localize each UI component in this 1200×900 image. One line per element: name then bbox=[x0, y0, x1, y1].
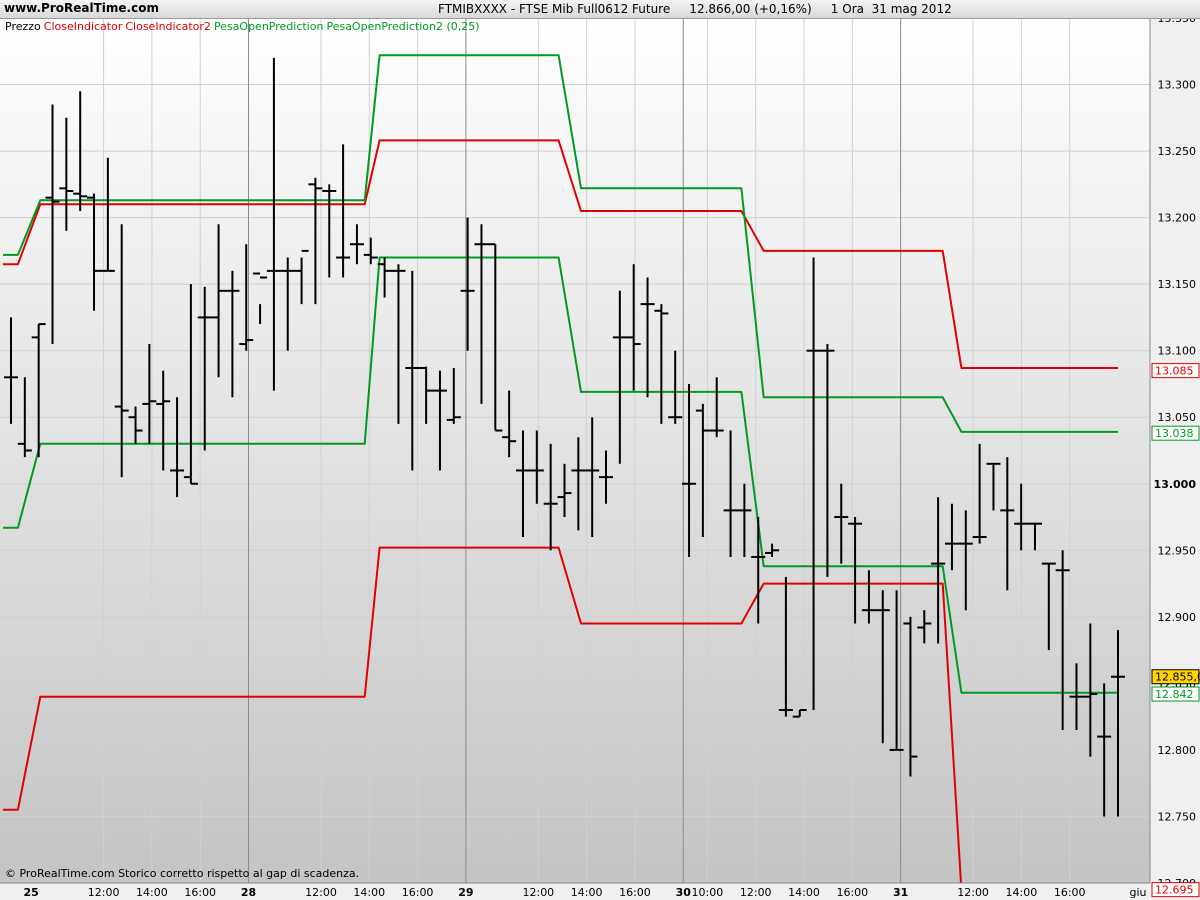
day-label: 31 bbox=[893, 886, 908, 899]
price-tag-label: 13.085 bbox=[1155, 365, 1194, 378]
x-axis-tick-labels: 12:00 14:00 16:00 12:00 14:00 16:00 12:00 14:00… bbox=[23, 886, 1146, 899]
day-label: 28 bbox=[241, 886, 256, 899]
x-tick-label: 12:00 bbox=[88, 886, 120, 899]
x-tick-label: 14:00 bbox=[353, 886, 385, 899]
y-tick-label: 13.200 bbox=[1158, 212, 1197, 225]
y-tick-label: 12.750 bbox=[1158, 810, 1197, 823]
x-tick-label: 14:00 bbox=[136, 886, 168, 899]
legend-item: CloseIndicator bbox=[44, 20, 123, 33]
x-tick-label: 16:00 bbox=[184, 886, 216, 899]
instrument-info: FTMIBXXXX - FTSE Mib Full0612 Future 12.… bbox=[438, 2, 952, 16]
x-tick-label: 16:00 bbox=[402, 886, 434, 899]
x-tick-label: 10:00 bbox=[692, 886, 724, 899]
legend-item: PesaOpenPrediction2 (0,25) bbox=[326, 20, 479, 33]
legend-item: PesaOpenPrediction bbox=[214, 20, 324, 33]
x-tick-label: 12:00 bbox=[957, 886, 989, 899]
day-label: 29 bbox=[458, 886, 473, 899]
x-tick-label: 14:00 bbox=[788, 886, 820, 899]
chart-legend: Prezzo CloseIndicator CloseIndicator2 PesaO… bbox=[5, 20, 480, 33]
legend-item: CloseIndicator2 bbox=[125, 20, 211, 33]
price-tag-label: 12.855,0 bbox=[1155, 671, 1200, 684]
y-tick-label: 13.150 bbox=[1158, 278, 1197, 291]
x-tick-label: 12:00 bbox=[305, 886, 337, 899]
y-tick-label: 13.050 bbox=[1158, 411, 1197, 424]
footer-note: © ProRealTime.com Storico corretto rispe… bbox=[5, 867, 359, 880]
y-tick-label: 13.250 bbox=[1158, 145, 1197, 158]
price-tag-label: 13.038 bbox=[1155, 427, 1194, 440]
x-tick-label: 14:00 bbox=[1006, 886, 1038, 899]
day-label: 30 bbox=[676, 886, 692, 899]
y-tick-label: 13.100 bbox=[1158, 345, 1197, 358]
legend-item: Prezzo bbox=[5, 20, 41, 33]
price-chart[interactable]: 13.35013.30013.25013.20013.15013.10013.0… bbox=[0, 0, 1200, 900]
next-period-label: giu bbox=[1129, 886, 1146, 899]
y-tick-label: 13.300 bbox=[1158, 79, 1197, 92]
x-tick-label: 16:00 bbox=[836, 886, 868, 899]
y-tick-label: 12.900 bbox=[1158, 611, 1197, 624]
site-name: www.ProRealTime.com bbox=[4, 1, 159, 15]
y-tick-label: 12.800 bbox=[1158, 744, 1197, 757]
title-bar: www.ProRealTime.com FTMIBXXXX - FTSE Mib… bbox=[0, 0, 1200, 19]
y-tick-label: 13.000 bbox=[1154, 478, 1197, 491]
x-tick-label: 12:00 bbox=[522, 886, 554, 899]
x-tick-label: 16:00 bbox=[619, 886, 651, 899]
x-tick-label: 12:00 bbox=[740, 886, 772, 899]
x-tick-label: 16:00 bbox=[1054, 886, 1086, 899]
price-tag-label: 12.695 bbox=[1155, 884, 1194, 897]
x-tick-label: 14:00 bbox=[571, 886, 603, 899]
y-tick-label: 12.950 bbox=[1158, 544, 1197, 557]
price-tag-label: 12.842 bbox=[1155, 688, 1194, 701]
day-label: 25 bbox=[23, 886, 38, 899]
